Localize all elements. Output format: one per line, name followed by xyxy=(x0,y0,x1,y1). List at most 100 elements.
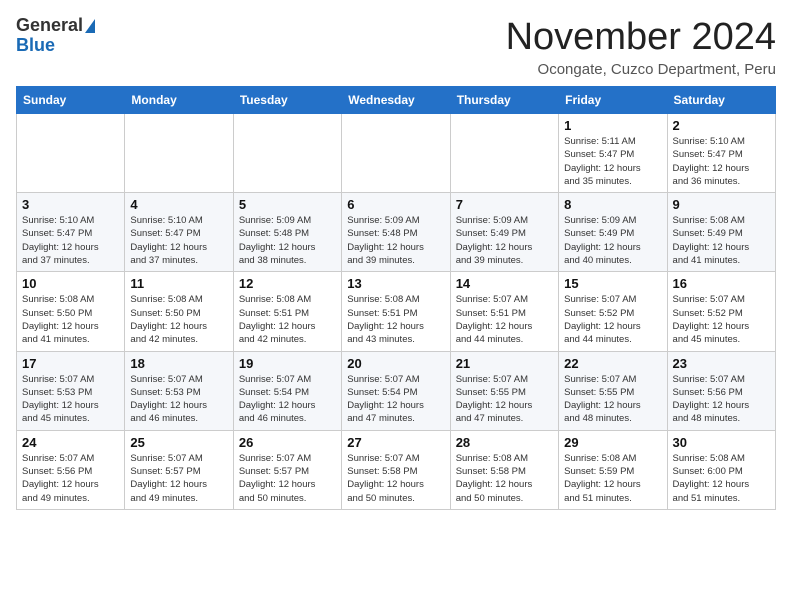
calendar-day-cell: 2Sunrise: 5:10 AM Sunset: 5:47 PM Daylig… xyxy=(667,114,775,193)
calendar-day-cell: 13Sunrise: 5:08 AM Sunset: 5:51 PM Dayli… xyxy=(342,272,450,351)
day-number: 25 xyxy=(130,435,227,450)
calendar-day-header: Saturday xyxy=(667,87,775,114)
day-number: 21 xyxy=(456,356,553,371)
day-info: Sunrise: 5:07 AM Sunset: 5:53 PM Dayligh… xyxy=(22,373,119,426)
day-info: Sunrise: 5:07 AM Sunset: 5:53 PM Dayligh… xyxy=(130,373,227,426)
day-number: 26 xyxy=(239,435,336,450)
day-number: 6 xyxy=(347,197,444,212)
month-title: November 2024 xyxy=(506,16,776,59)
day-info: Sunrise: 5:07 AM Sunset: 5:56 PM Dayligh… xyxy=(673,373,770,426)
calendar-week-row: 10Sunrise: 5:08 AM Sunset: 5:50 PM Dayli… xyxy=(17,272,776,351)
calendar-day-header: Thursday xyxy=(450,87,558,114)
calendar-day-cell: 20 Sunrise: 5:07 AM Sunset: 5:54 PM Dayli… xyxy=(342,351,450,430)
calendar-day-cell: 10Sunrise: 5:08 AM Sunset: 5:50 PM Dayli… xyxy=(17,272,125,351)
day-number: 14 xyxy=(456,276,553,291)
day-info: Sunrise: 5:09 AM Sunset: 5:49 PM Dayligh… xyxy=(456,214,553,267)
day-info: Sunrise: 5:08 AM Sunset: 5:58 PM Dayligh… xyxy=(456,452,553,505)
day-number: 19 xyxy=(239,356,336,371)
day-info: Sunrise: 5:07 AM Sunset: 5:52 PM Dayligh… xyxy=(673,293,770,346)
day-number: 17 xyxy=(22,356,119,371)
calendar-week-row: 3 Sunrise: 5:10 AM Sunset: 5:47 PM Daylig… xyxy=(17,193,776,272)
location-title: Ocongate, Cuzco Department, Peru xyxy=(506,61,776,78)
day-info: Sunrise: 5:07 AM Sunset: 5:55 PM Dayligh… xyxy=(456,373,553,426)
calendar-day-cell: 1 Sunrise: 5:11 AM Sunset: 5:47 PM Daylig… xyxy=(559,114,667,193)
day-number: 24 xyxy=(22,435,119,450)
day-info: Sunrise: 5:08 AM Sunset: 5:49 PM Dayligh… xyxy=(673,214,770,267)
calendar-day-header: Monday xyxy=(125,87,233,114)
calendar-day-cell: 23 Sunrise: 5:07 AM Sunset: 5:56 PM Dayli… xyxy=(667,351,775,430)
logo: General Blue xyxy=(16,16,95,56)
calendar-day-cell: 14 Sunrise: 5:07 AM Sunset: 5:51 PM Dayli… xyxy=(450,272,558,351)
day-number: 11 xyxy=(130,276,227,291)
day-number: 3 xyxy=(22,197,119,212)
day-number: 8 xyxy=(564,197,661,212)
calendar-day-cell: 24 Sunrise: 5:07 AM Sunset: 5:56 PM Dayli… xyxy=(17,430,125,509)
calendar-day-cell: 21 Sunrise: 5:07 AM Sunset: 5:55 PM Dayli… xyxy=(450,351,558,430)
day-info: Sunrise: 5:08 AM Sunset: 5:50 PM Dayligh… xyxy=(22,293,119,346)
day-info: Sunrise: 5:07 AM Sunset: 5:55 PM Dayligh… xyxy=(564,373,661,426)
calendar-day-cell: 9 Sunrise: 5:08 AM Sunset: 5:49 PM Daylig… xyxy=(667,193,775,272)
day-number: 15 xyxy=(564,276,661,291)
day-number: 5 xyxy=(239,197,336,212)
day-number: 16 xyxy=(673,276,770,291)
calendar-day-cell: 5 Sunrise: 5:09 AM Sunset: 5:48 PM Daylig… xyxy=(233,193,341,272)
logo-general-text: General xyxy=(16,16,83,36)
calendar-day-cell: 26 Sunrise: 5:07 AM Sunset: 5:57 PM Dayli… xyxy=(233,430,341,509)
day-number: 9 xyxy=(673,197,770,212)
day-number: 28 xyxy=(456,435,553,450)
day-info: Sunrise: 5:08 AM Sunset: 5:59 PM Dayligh… xyxy=(564,452,661,505)
day-info: Sunrise: 5:07 AM Sunset: 5:51 PM Dayligh… xyxy=(456,293,553,346)
calendar-week-row: 1 Sunrise: 5:11 AM Sunset: 5:47 PM Daylig… xyxy=(17,114,776,193)
day-info: Sunrise: 5:09 AM Sunset: 5:48 PM Dayligh… xyxy=(239,214,336,267)
calendar-day-cell: 3 Sunrise: 5:10 AM Sunset: 5:47 PM Daylig… xyxy=(17,193,125,272)
day-info: Sunrise: 5:07 AM Sunset: 5:54 PM Dayligh… xyxy=(239,373,336,426)
day-info: Sunrise: 5:10 AM Sunset: 5:47 PM Dayligh… xyxy=(673,135,770,188)
page-header: General Blue November 2024 Ocongate, Cuz… xyxy=(16,16,776,78)
calendar-day-cell xyxy=(17,114,125,193)
day-info: Sunrise: 5:07 AM Sunset: 5:57 PM Dayligh… xyxy=(130,452,227,505)
logo-blue-text: Blue xyxy=(16,36,55,56)
calendar-day-cell: 11 Sunrise: 5:08 AM Sunset: 5:50 PM Dayli… xyxy=(125,272,233,351)
day-info: Sunrise: 5:07 AM Sunset: 5:54 PM Dayligh… xyxy=(347,373,444,426)
day-number: 20 xyxy=(347,356,444,371)
calendar-day-cell: 28 Sunrise: 5:08 AM Sunset: 5:58 PM Dayli… xyxy=(450,430,558,509)
calendar-day-cell: 8 Sunrise: 5:09 AM Sunset: 5:49 PM Daylig… xyxy=(559,193,667,272)
calendar-header-row: SundayMondayTuesdayWednesdayThursdayFrid… xyxy=(17,87,776,114)
calendar-day-cell xyxy=(450,114,558,193)
calendar-day-cell: 19 Sunrise: 5:07 AM Sunset: 5:54 PM Dayli… xyxy=(233,351,341,430)
calendar-day-cell: 27 Sunrise: 5:07 AM Sunset: 5:58 PM Dayli… xyxy=(342,430,450,509)
day-info: Sunrise: 5:10 AM Sunset: 5:47 PM Dayligh… xyxy=(130,214,227,267)
calendar-day-cell: 25 Sunrise: 5:07 AM Sunset: 5:57 PM Dayli… xyxy=(125,430,233,509)
day-info: Sunrise: 5:07 AM Sunset: 5:57 PM Dayligh… xyxy=(239,452,336,505)
day-info: Sunrise: 5:09 AM Sunset: 5:49 PM Dayligh… xyxy=(564,214,661,267)
day-info: Sunrise: 5:07 AM Sunset: 5:56 PM Dayligh… xyxy=(22,452,119,505)
day-info: Sunrise: 5:08 AM Sunset: 5:51 PM Dayligh… xyxy=(239,293,336,346)
day-number: 27 xyxy=(347,435,444,450)
day-number: 23 xyxy=(673,356,770,371)
day-number: 7 xyxy=(456,197,553,212)
day-info: Sunrise: 5:09 AM Sunset: 5:48 PM Dayligh… xyxy=(347,214,444,267)
calendar-day-cell: 6 Sunrise: 5:09 AM Sunset: 5:48 PM Daylig… xyxy=(342,193,450,272)
day-info: Sunrise: 5:11 AM Sunset: 5:47 PM Dayligh… xyxy=(564,135,661,188)
day-info: Sunrise: 5:08 AM Sunset: 5:50 PM Dayligh… xyxy=(130,293,227,346)
calendar-day-cell: 30 Sunrise: 5:08 AM Sunset: 6:00 PM Dayli… xyxy=(667,430,775,509)
day-info: Sunrise: 5:08 AM Sunset: 6:00 PM Dayligh… xyxy=(673,452,770,505)
day-number: 1 xyxy=(564,118,661,133)
day-number: 30 xyxy=(673,435,770,450)
calendar-day-cell: 15Sunrise: 5:07 AM Sunset: 5:52 PM Dayli… xyxy=(559,272,667,351)
day-info: Sunrise: 5:07 AM Sunset: 5:58 PM Dayligh… xyxy=(347,452,444,505)
calendar-day-cell: 4 Sunrise: 5:10 AM Sunset: 5:47 PM Daylig… xyxy=(125,193,233,272)
day-number: 4 xyxy=(130,197,227,212)
calendar-day-cell: 29Sunrise: 5:08 AM Sunset: 5:59 PM Dayli… xyxy=(559,430,667,509)
calendar-day-cell xyxy=(342,114,450,193)
calendar-day-header: Wednesday xyxy=(342,87,450,114)
calendar-day-cell: 17 Sunrise: 5:07 AM Sunset: 5:53 PM Dayli… xyxy=(17,351,125,430)
calendar-day-cell: 16 Sunrise: 5:07 AM Sunset: 5:52 PM Dayli… xyxy=(667,272,775,351)
calendar-week-row: 24 Sunrise: 5:07 AM Sunset: 5:56 PM Dayli… xyxy=(17,430,776,509)
calendar-week-row: 17 Sunrise: 5:07 AM Sunset: 5:53 PM Dayli… xyxy=(17,351,776,430)
calendar-day-cell xyxy=(233,114,341,193)
logo-triangle-icon xyxy=(85,19,95,33)
day-number: 12 xyxy=(239,276,336,291)
calendar-day-header: Friday xyxy=(559,87,667,114)
day-info: Sunrise: 5:10 AM Sunset: 5:47 PM Dayligh… xyxy=(22,214,119,267)
